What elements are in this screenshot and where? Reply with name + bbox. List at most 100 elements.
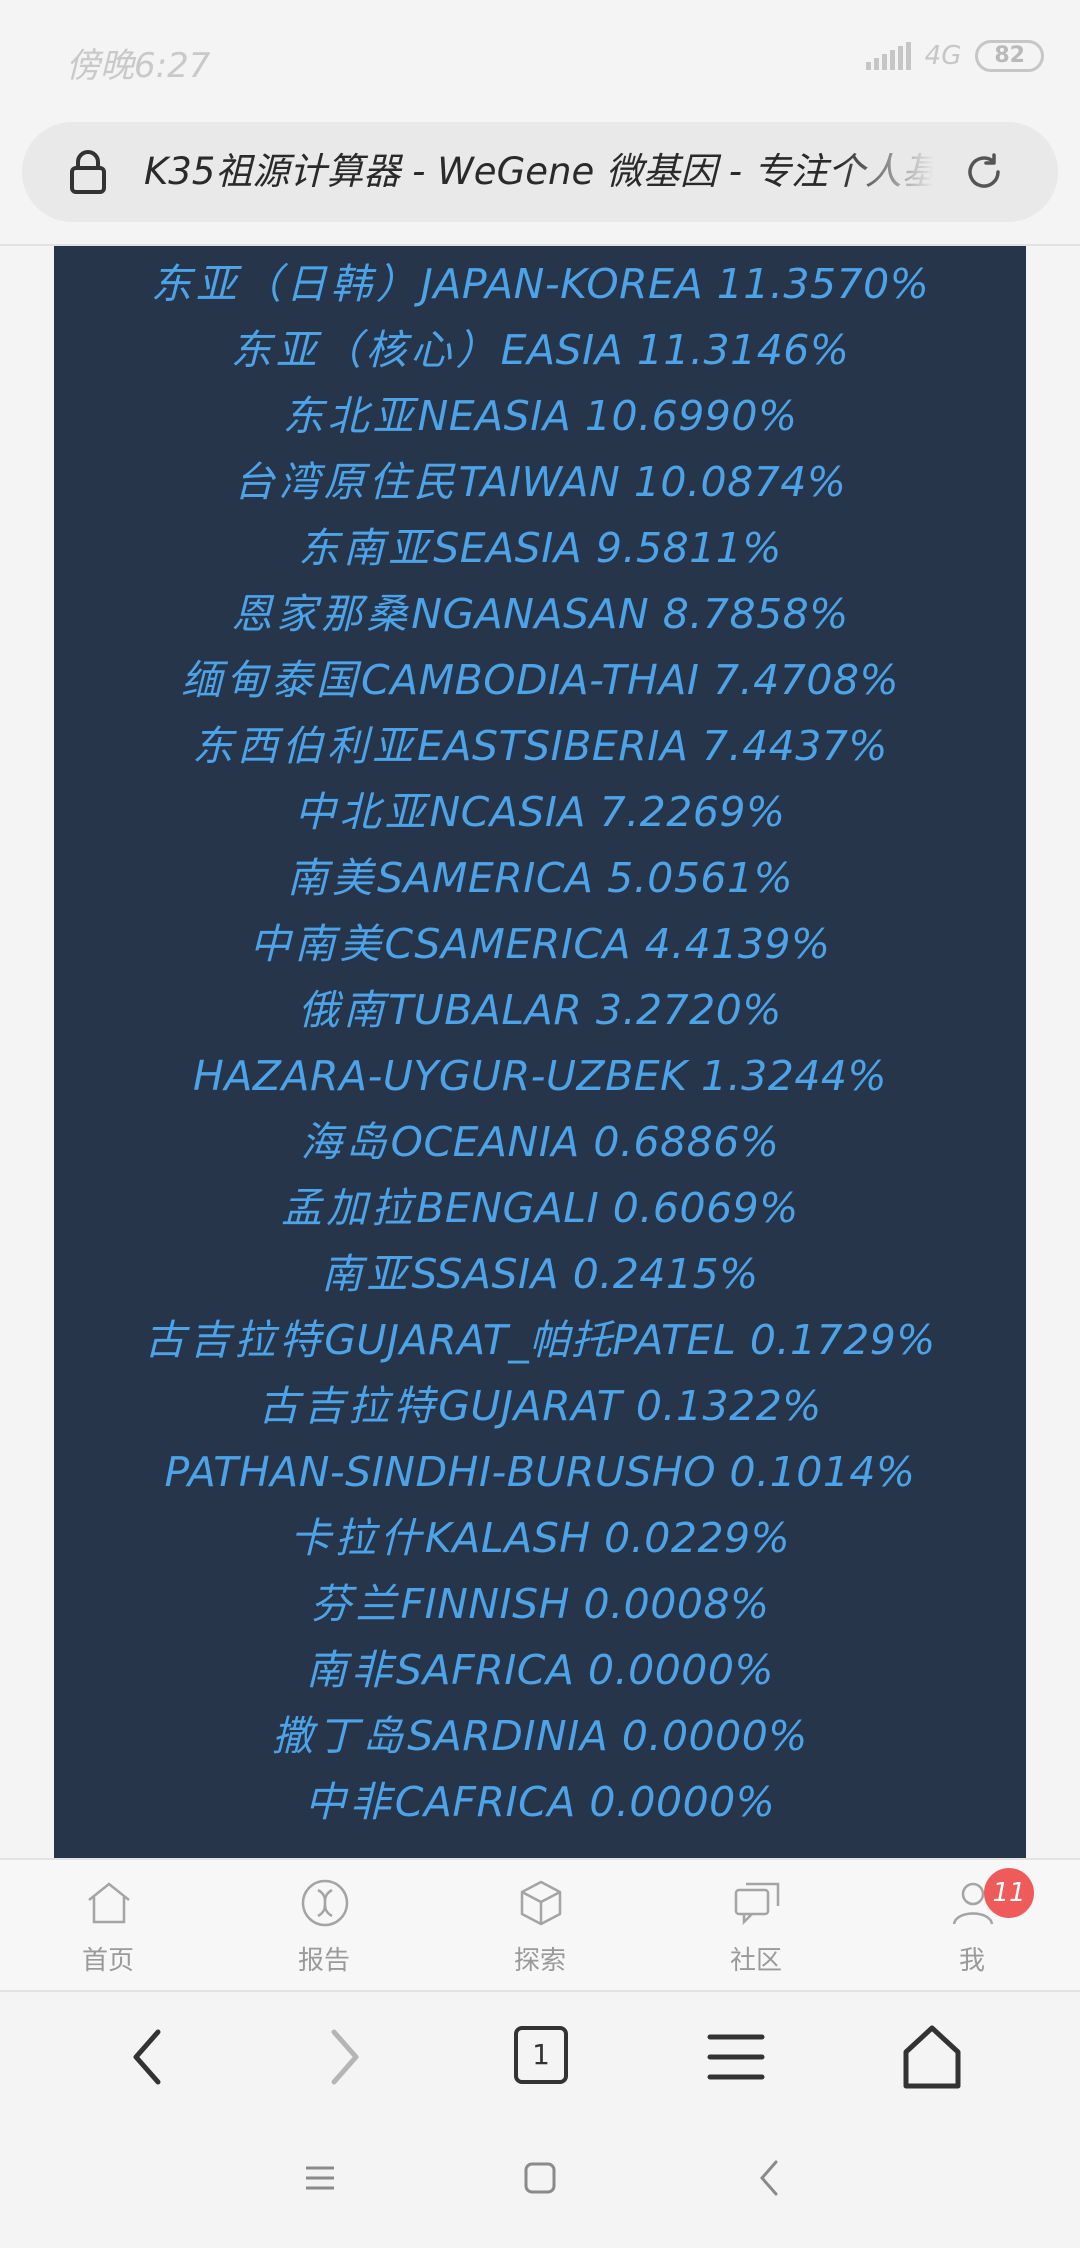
population-percentage: 7.4437% [701,722,888,770]
ancestry-result-row: 中非CAFRICA 0.0000% [54,1769,1026,1835]
ancestry-result-row: 海岛OCEANIA 0.6886% [54,1109,1026,1175]
ancestry-results-panel: 东亚（日韩）JAPAN-KOREA 11.3570% 东亚（核心）EASIA 11… [54,246,1026,1858]
population-code: GUJARAT_帕托PATEL [324,1316,737,1364]
population-name: 俄南 [298,986,389,1034]
ancestry-result-row: 芬兰FINNISH 0.0008% [54,1571,1026,1637]
nav-me-label: 我 [958,1946,985,1976]
ancestry-result-row: 东亚（核心）EASIA 11.3146% [54,317,1026,383]
population-name: 古吉拉特 [144,1316,325,1364]
population-percentage: 8.7858% [662,590,849,638]
ancestry-result-row: 古吉拉特GUJARAT 0.1322% [54,1373,1026,1439]
network-type: 4G [924,41,962,71]
population-name: 东西伯利亚 [192,722,418,770]
page-title[interactable]: K35祖源计算器 - WeGene 微基因 - 专注个人基因 [144,144,934,200]
population-percentage: 0.0000% [621,1712,808,1760]
ancestry-result-row: 东北亚NEASIA 10.6990% [54,383,1026,449]
population-code: CSAMERICA [384,920,632,968]
population-percentage: 11.3570% [716,260,930,308]
reload-icon[interactable] [962,150,1006,194]
population-name: 中南美 [249,920,385,968]
system-nav-bar [0,2120,1080,2248]
ancestry-result-row: 东南亚SEASIA 9.5811% [54,515,1026,581]
population-name: 中北亚 [294,788,430,836]
population-code: OCEANIA [390,1118,580,1166]
population-code: HAZARA-UYGUR-UZBEK [193,1052,688,1100]
nav-home-label: 首页 [81,1946,134,1976]
population-code: JAPAN-KOREA [420,260,704,308]
ancestry-result-row: 撒丁岛SARDINIA 0.0000% [54,1703,1026,1769]
ancestry-result-row: 卡拉什KALASH 0.0229% [54,1505,1026,1571]
population-percentage: 7.4708% [713,656,899,704]
population-code: BENGALI [416,1184,600,1232]
ancestry-result-row: 缅甸泰国CAMBODIA-THAI 7.4708% [54,647,1026,713]
system-home-icon[interactable] [518,2156,562,2200]
population-name: 芬兰 [310,1580,401,1628]
population-percentage: 3.2720% [595,986,782,1034]
population-percentage: 0.1322% [635,1382,822,1430]
population-percentage: 0.6069% [612,1184,799,1232]
population-percentage: 4.4139% [644,920,831,968]
ancestry-result-row: 古吉拉特GUJARAT_帕托PATEL 0.1729% [54,1307,1026,1373]
population-percentage: 10.0874% [633,458,847,506]
menu-icon[interactable] [696,2022,776,2092]
nav-explore[interactable]: 探索 [460,1860,620,1992]
browser-home-icon[interactable] [892,2022,972,2092]
ancestry-result-row: 东亚（日韩）JAPAN-KOREA 11.3570% [54,251,1026,317]
back-icon[interactable] [108,2022,188,2092]
tabs-button[interactable]: 1 [500,2022,580,2092]
forward-icon[interactable] [304,2022,384,2092]
system-back-icon[interactable] [748,2156,792,2200]
population-percentage: 0.6886% [593,1118,780,1166]
address-bar[interactable]: K35祖源计算器 - WeGene 微基因 - 专注个人基因 [22,122,1058,222]
browser-toolbar: 1 [0,1990,1080,2120]
nav-explore-label: 探索 [513,1946,566,1976]
ancestry-result-row: 东西伯利亚EASTSIBERIA 7.4437% [54,713,1026,779]
population-percentage: 0.1014% [729,1448,916,1496]
population-code: SARDINIA [407,1712,609,1760]
recents-icon[interactable] [298,2156,342,2200]
population-name: 卡拉什 [289,1514,425,1562]
status-indicators: 4G 82 [865,40,1044,72]
population-code: TUBALAR [388,986,583,1034]
population-code: CAMBODIA-THAI [361,656,700,704]
population-name: 孟加拉 [281,1184,417,1232]
ancestry-result-row: 恩家那桑NGANASAN 8.7858% [54,581,1026,647]
population-code: GUJARAT [438,1382,623,1430]
chat-icon [734,1882,780,1926]
population-name: 南美 [286,854,377,902]
population-name: 中非 [304,1778,395,1826]
status-time: 傍晚6:27 [66,46,211,86]
ancestry-result-row: 中北亚NCASIA 7.2269% [54,779,1026,845]
population-percentage: 7.2269% [599,788,786,836]
nav-home[interactable]: 首页 [28,1860,188,1992]
nav-report[interactable]: 报告 [244,1860,404,1992]
population-percentage: 0.2415% [572,1250,759,1298]
population-code: SAMERICA [376,854,594,902]
population-code: NEASIA [417,392,572,440]
population-name: 南非 [306,1646,397,1694]
battery-indicator: 82 [975,40,1044,72]
ancestry-result-row: 孟加拉BENGALI 0.6069% [54,1175,1026,1241]
population-percentage: 0.0229% [604,1514,791,1562]
population-code: PATHAN-SINDHI-BURUSHO [164,1448,716,1496]
nav-community[interactable]: 社区 [676,1860,836,1992]
population-code: CAFRICA [394,1778,576,1826]
population-name: 东亚（日韩） [150,260,421,308]
nav-me[interactable]: 11 我 [892,1860,1052,1992]
